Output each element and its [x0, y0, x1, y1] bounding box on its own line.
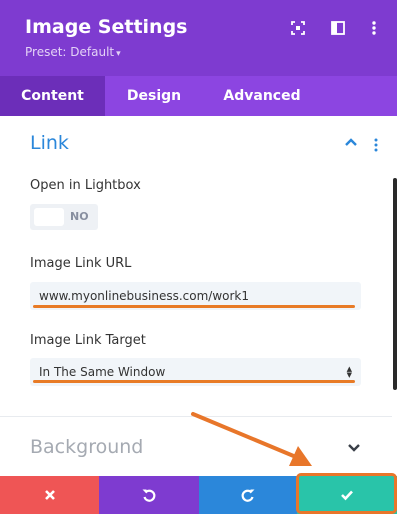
annotation-arrow [191, 412, 312, 466]
